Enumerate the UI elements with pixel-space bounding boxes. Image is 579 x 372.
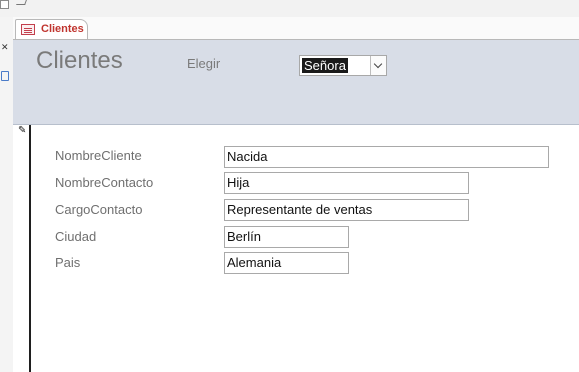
choose-combobox[interactable]: Señora	[299, 55, 387, 76]
label-cargocontacto: CargoContacto	[55, 202, 143, 217]
nav-arrow-icon[interactable]	[16, 0, 27, 5]
navigation-pane-collapsed[interactable]: ✕	[0, 17, 14, 372]
form-detail: NombreCliente Nacida NombreContacto Hija…	[33, 125, 579, 372]
top-strip	[0, 0, 579, 18]
nombrecontacto-field[interactable]: Hija	[224, 172, 469, 194]
record-selector[interactable]: ✎	[13, 125, 31, 372]
label-nombrecliente: NombreCliente	[55, 148, 142, 163]
choose-label: Elegir	[187, 56, 221, 71]
label-nombrecontacto: NombreContacto	[55, 175, 154, 190]
pais-field[interactable]: Alemania	[224, 252, 349, 274]
form-icon	[21, 24, 35, 35]
cargocontacto-field[interactable]: Representante de ventas	[224, 199, 469, 221]
label-pais: Pais	[55, 255, 81, 270]
pencil-icon: ✎	[18, 125, 27, 136]
choose-selected-value[interactable]: Señora	[302, 58, 348, 73]
label-ciudad: Ciudad	[55, 229, 97, 244]
form-header: Clientes Elegir Señora	[13, 40, 579, 125]
tab-clientes[interactable]: Clientes	[15, 19, 88, 39]
ciudad-field[interactable]: Berlín	[224, 226, 349, 248]
nombrecliente-field[interactable]: Nacida	[224, 146, 549, 168]
close-icon[interactable]: ✕	[1, 43, 9, 52]
document-icon	[1, 71, 9, 81]
form-title: Clientes	[36, 47, 123, 74]
nav-pane-icon[interactable]	[0, 0, 9, 9]
document-tab-bar: Clientes	[13, 17, 579, 39]
chevron-down-icon[interactable]	[370, 56, 386, 75]
tab-label: Clientes	[41, 23, 84, 35]
